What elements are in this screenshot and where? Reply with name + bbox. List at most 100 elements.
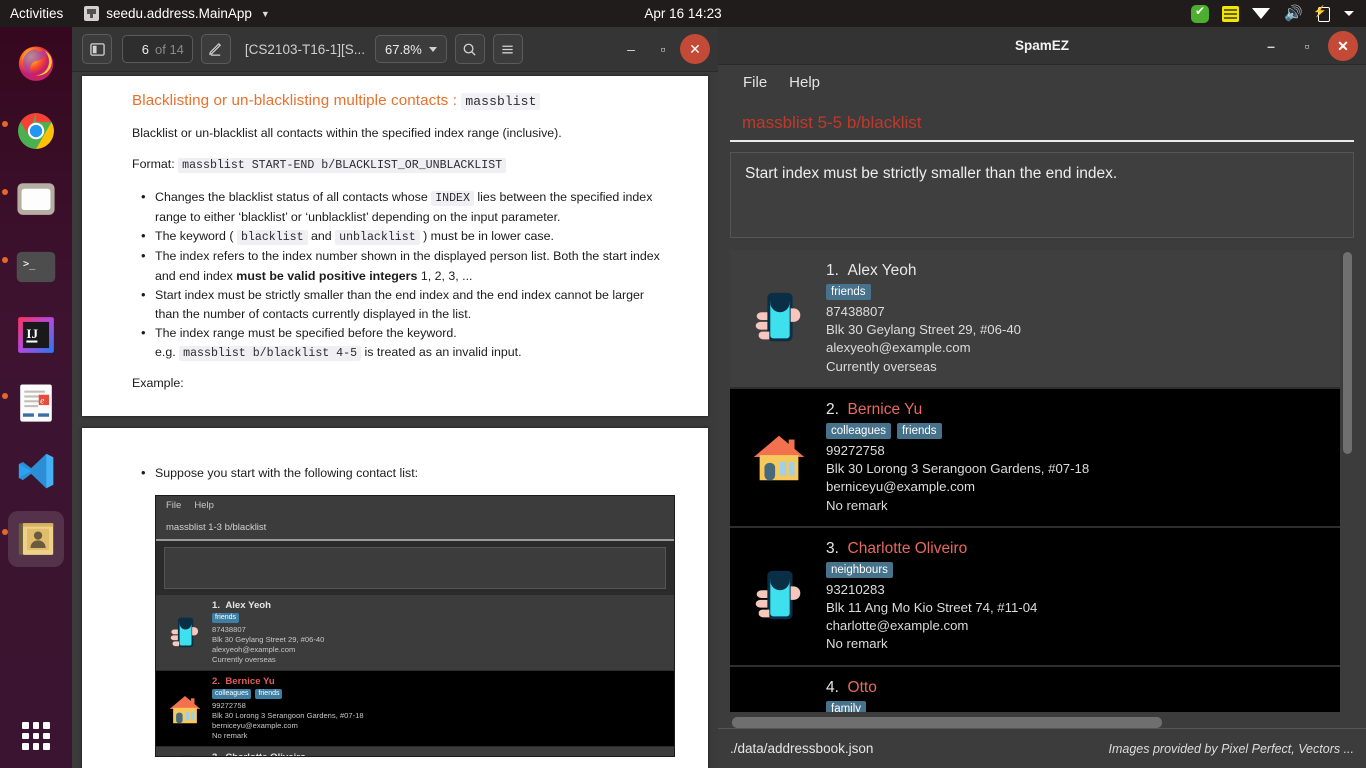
dock-item-document-viewer[interactable]: e (8, 375, 64, 431)
menu-help[interactable]: Help (789, 74, 820, 91)
contact-name: 2. Bernice Yu (826, 400, 923, 418)
inline-code: unblacklist (335, 230, 420, 246)
list-item: Changes the blacklist status of all cont… (132, 187, 666, 227)
dock-item-vscode[interactable] (8, 443, 64, 499)
pdf-scroll-area[interactable]: Blacklisting or un-blacklisting multiple… (72, 72, 718, 768)
dock-item-terminal[interactable]: >_ (8, 239, 64, 295)
embedded-contact-card: 1. Alex Yeoh friends 87438807 Blk 30 Geylan… (156, 595, 674, 672)
avatar (166, 614, 204, 652)
app-icon (84, 6, 100, 21)
annotate-icon[interactable] (200, 34, 231, 64)
contact-card[interactable]: 1. Alex Yeoh friends 87438807 Blk 30 Geylan… (730, 250, 1340, 389)
contact-email: berniceyu@example.com (826, 479, 975, 495)
battery-icon[interactable] (1313, 5, 1331, 22)
contact-card[interactable]: 3. Charlotte Oliveiro neighbours 93210283 B… (730, 527, 1340, 667)
phone-icon (179, 755, 192, 757)
contact-card[interactable]: 4. Ottofamily91031282Blk 436 Serangoon G… (730, 666, 1340, 712)
show-applications-button[interactable] (22, 722, 50, 750)
text: ) must be in lower case. (419, 229, 554, 244)
maximize-button[interactable]: ▫ (648, 34, 678, 64)
intellij-idea-icon: IJ (18, 317, 54, 353)
contact-card[interactable]: 2. Bernice Yu colleagues friends 99272758 Bl… (730, 388, 1340, 528)
gnome-top-bar: Activities seedu.address.MainApp ▼ Apr 1… (0, 0, 1366, 27)
chevron-down-icon[interactable] (1344, 11, 1354, 16)
contact-list[interactable]: 1. Alex Yeoh friends 87438807 Blk 30 Geylan… (730, 250, 1340, 712)
launcher-dock: >_ IJ e (0, 27, 72, 768)
document-viewer-window: 6 of 14 [CS2103-T16-1][S... 67.8% – ▫ ✕ … (72, 27, 718, 768)
section-heading-text: Blacklisting or un-blacklisting multiple… (132, 92, 458, 109)
phone-icon (755, 571, 801, 620)
page-total: of 14 (155, 41, 184, 57)
dock-item-address-book[interactable] (8, 511, 64, 567)
tag-badge: colleagues (212, 689, 252, 700)
close-button[interactable]: ✕ (680, 34, 710, 64)
contact-remark: No remark (212, 731, 248, 741)
svg-text:e: e (40, 396, 45, 407)
contact-index: 4. (826, 678, 848, 696)
embedded-contact-details: 2. Bernice Yu colleagues friends 99272758 Bl… (212, 676, 364, 741)
phone-icon (755, 293, 801, 342)
command-input[interactable]: massblist 5-5 b/blacklist (730, 106, 1354, 142)
close-button[interactable]: ✕ (1328, 31, 1358, 61)
minimize-button[interactable]: – (1256, 31, 1286, 61)
firefox-icon (18, 46, 54, 81)
example-list: Suppose you start with the following con… (132, 463, 666, 483)
avatar (748, 426, 810, 488)
pdf-toolbar: 6 of 14 [CS2103-T16-1][S... 67.8% – ▫ ✕ (72, 27, 718, 72)
menu-file[interactable]: File (743, 74, 767, 91)
list-item: The index range must be specified before… (132, 323, 666, 363)
horizontal-scrollbar[interactable] (732, 717, 1352, 728)
tag-list: family (826, 700, 1098, 712)
minimize-button[interactable]: – (616, 34, 646, 64)
avatar (166, 690, 204, 728)
text: Changes the blacklist status of all cont… (155, 190, 432, 205)
wifi-icon[interactable] (1252, 7, 1271, 21)
vertical-scrollbar[interactable] (1342, 252, 1353, 682)
avatar (166, 752, 204, 757)
chevron-down-icon: ▼ (260, 8, 270, 19)
embedded-menu-help: Help (194, 500, 214, 512)
tag-badge: friends (212, 613, 240, 624)
dock-item-chrome[interactable] (8, 103, 64, 159)
inline-code: massblist b/blacklist 4-5 (179, 346, 362, 362)
section-intro: Blacklist or un-blacklist all contacts w… (132, 126, 562, 140)
house-icon (753, 436, 805, 481)
embedded-result-box (164, 547, 666, 590)
contact-index: 3. (826, 539, 848, 557)
contact-email: alexyeoh@example.com (826, 340, 971, 356)
activities-button[interactable]: Activities (0, 6, 76, 21)
avatar (748, 565, 810, 627)
dock-item-intellij-idea[interactable]: IJ (8, 307, 64, 363)
embedded-contact-card: 3. Charlotte Oliveironeighbours (156, 747, 674, 757)
app-menu-button[interactable]: seedu.address.MainApp ▼ (76, 6, 278, 21)
dock-item-files[interactable] (8, 171, 64, 227)
section-heading-code: massblist (461, 93, 541, 110)
page-number-input[interactable]: 6 of 14 (122, 35, 193, 63)
vertical-scrollbar-thumb[interactable] (1343, 252, 1352, 454)
list-icon[interactable] (1222, 5, 1239, 22)
pdf-page-1: Blacklisting or un-blacklisting multiple… (82, 76, 708, 416)
sidebar-toggle-icon[interactable] (82, 34, 112, 64)
shield-check-icon[interactable] (1191, 4, 1209, 23)
contact-address: Blk 30 Geylang Street 29, #06-40 (826, 322, 1022, 338)
contact-name: 2. Bernice Yu (212, 676, 275, 688)
volume-icon[interactable]: 🔊 (1284, 6, 1303, 21)
maximize-button[interactable]: ▫ (1292, 31, 1322, 61)
text: and (307, 229, 336, 244)
embedded-command-input: massblist 1-3 b/blacklist (156, 515, 674, 542)
zoom-selector[interactable]: 67.8% (374, 35, 447, 63)
contact-name: 3. Charlotte Oliveiro (212, 752, 306, 756)
status-file-path: ./data/addressbook.json (730, 741, 874, 756)
search-icon[interactable] (454, 34, 485, 64)
contact-email: charlotte@example.com (826, 618, 969, 634)
tag-badge: neighbours (826, 561, 893, 578)
text: The keyword ( (155, 229, 237, 244)
contact-name: 1. Alex Yeoh (826, 262, 917, 279)
contact-address: Blk 30 Geylang Street 29, #06-40 (212, 635, 325, 645)
horizontal-scrollbar-thumb[interactable] (732, 717, 1162, 728)
contact-address: Blk 11 Ang Mo Kio Street 74, #11-04 (826, 599, 1038, 615)
status-bar: ./data/addressbook.json Images provided … (718, 728, 1366, 768)
result-display: Start index must be strictly smaller tha… (730, 152, 1354, 238)
hamburger-menu-icon[interactable] (492, 34, 523, 64)
dock-item-firefox[interactable] (8, 35, 64, 91)
